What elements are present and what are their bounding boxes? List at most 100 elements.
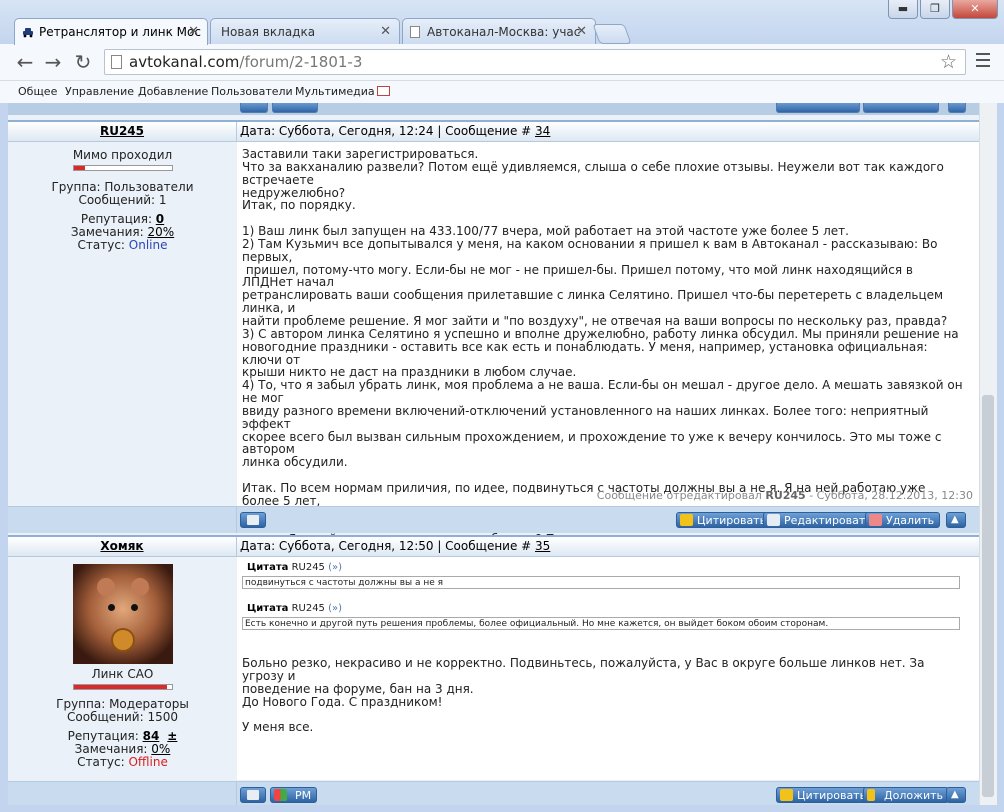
post-number-link[interactable]: 34 <box>535 124 550 138</box>
tab-title: Автоканал-Москва: учас <box>427 25 581 39</box>
post-author[interactable]: RU245 <box>8 124 236 138</box>
post-body: Линк САО Группа: Модераторы Сообщений: 1… <box>8 557 979 780</box>
eraser-icon <box>869 514 882 526</box>
profile-button-partial[interactable] <box>240 103 268 113</box>
user-profile-icon <box>247 790 259 800</box>
window-controls: ▬ ❐ ✕ <box>888 0 998 20</box>
tab-close-icon[interactable]: ✕ <box>576 24 587 39</box>
address-bar[interactable]: avtokanal.com/forum/2-1801-3 ☆ <box>104 49 966 75</box>
user-rank: Мимо проходил <box>72 148 173 162</box>
author-info: Мимо проходил Группа: Пользователи Сообщ… <box>8 142 238 506</box>
status-offline: Offline <box>128 755 168 769</box>
quote-link-icon[interactable]: (») <box>328 603 342 614</box>
quote-button-partial[interactable] <box>776 103 860 113</box>
bookmark-management[interactable]: Управление <box>65 85 134 98</box>
quote-user: RU245 <box>291 562 325 573</box>
reputation-link[interactable]: 84 <box>143 729 160 743</box>
edit-button[interactable]: Редактировать <box>763 512 878 528</box>
page-favicon-icon <box>410 26 420 38</box>
tab-title: Ретранслятор и линк Мос <box>39 25 201 39</box>
close-window-button[interactable]: ✕ <box>952 0 998 19</box>
quote-bubble-icon <box>780 789 793 801</box>
tab-close-icon[interactable]: ✕ <box>380 24 391 39</box>
tab-avtokanal[interactable]: Автоканал-Москва: учас ✕ <box>402 18 596 44</box>
quote-block: Есть конечно и другой путь решения пробл… <box>242 617 960 630</box>
post-header: RU245 Дата: Суббота, Сегодня, 12:24 | Со… <box>8 120 979 142</box>
post-meta: Дата: Суббота, Сегодня, 12:50 | Сообщени… <box>240 539 550 553</box>
tab-title: Новая вкладка <box>221 25 316 39</box>
bookmark-general[interactable]: Общее <box>18 85 57 98</box>
url-path: /forum/2-1801-3 <box>239 53 363 71</box>
post-footer: PM Цитировать Доложить ▲ <box>8 781 979 805</box>
post-date: Дата: Суббота, Сегодня, 12:24 | Сообщени… <box>240 124 536 138</box>
message-content: Цитата RU245 (») подвинуться с частоты д… <box>237 557 979 780</box>
tab-new[interactable]: Новая вкладка ✕ <box>210 18 400 44</box>
vertical-scrollbar[interactable] <box>979 103 997 805</box>
quote-title: Цитата RU245 (») <box>247 603 343 614</box>
user-messages: Сообщений: 1500 <box>67 710 178 724</box>
quote-button[interactable]: Цитировать <box>676 512 773 528</box>
reputation-change-link[interactable]: ± <box>167 729 177 743</box>
tab-active[interactable]: Ретранслятор и линк Мос ✕ <box>14 18 208 45</box>
bookmark-star-icon[interactable]: ☆ <box>940 51 957 73</box>
page-icon <box>111 55 122 69</box>
car-favicon-icon <box>23 28 33 38</box>
post-number-link[interactable]: 35 <box>535 539 550 553</box>
edited-note: Сообщение отредактировал RU245 - Суббота… <box>596 489 973 502</box>
mail-icon[interactable] <box>377 86 390 96</box>
up-arrow-icon: ▲ <box>951 514 959 525</box>
pm-button-partial[interactable] <box>272 103 318 113</box>
previous-post-footer <box>8 103 979 115</box>
page-viewport: RU245 Дата: Суббота, Сегодня, 12:24 | Со… <box>8 103 979 805</box>
message-content: Заставили таки зарегистрироваться. Что з… <box>237 142 979 584</box>
quote-bubble-icon <box>680 514 693 526</box>
message-text: Больно резко, некрасиво и не корректно. … <box>242 656 925 735</box>
up-arrow-icon: ▲ <box>951 789 959 800</box>
scroll-top-button[interactable]: ▲ <box>946 512 966 528</box>
rank-bar <box>72 684 173 690</box>
tab-close-icon[interactable]: ✕ <box>188 24 199 39</box>
post-meta: Дата: Суббота, Сегодня, 12:24 | Сообщени… <box>240 124 550 138</box>
author-info: Линк САО Группа: Модераторы Сообщений: 1… <box>8 557 238 780</box>
bookmark-add[interactable]: Добавление <box>138 85 208 98</box>
maximize-button[interactable]: ❐ <box>920 0 950 19</box>
quote-button[interactable]: Цитировать <box>776 787 873 803</box>
hamburger-menu-icon[interactable] <box>976 53 990 69</box>
report-button-partial[interactable] <box>863 103 939 113</box>
scroll-top-button[interactable]: ▲ <box>946 787 966 803</box>
user-status: Статус: Online <box>77 238 168 252</box>
pencil-icon <box>767 514 780 526</box>
reputation-link[interactable]: 0 <box>156 212 164 226</box>
user-rank: Линк САО <box>91 667 154 681</box>
post-header: Хомяк Дата: Суббота, Сегодня, 12:50 | Со… <box>8 535 979 557</box>
window-frame-left <box>0 103 8 805</box>
pm-button[interactable]: PM <box>270 787 318 803</box>
minimize-button[interactable]: ▬ <box>888 0 918 19</box>
profile-button[interactable] <box>240 787 266 803</box>
user-profile-icon <box>247 515 259 525</box>
bookmark-multimedia[interactable]: Мультимедиа <box>295 85 375 98</box>
user-status: Статус: Offline <box>77 755 168 769</box>
bookmarks-bar: Общее Управление Добавление Пользователи… <box>0 81 1004 103</box>
scrollbar-thumb[interactable] <box>982 395 994 797</box>
new-tab-button[interactable] <box>592 24 632 44</box>
avatar[interactable] <box>72 564 173 664</box>
bookmark-users[interactable]: Пользователи <box>211 85 293 98</box>
profile-button[interactable] <box>240 512 266 528</box>
report-button[interactable]: Доложить <box>863 787 950 803</box>
url-text[interactable]: avtokanal.com/forum/2-1801-3 <box>129 53 362 71</box>
post-author[interactable]: Хомяк <box>8 539 236 553</box>
quote-link-icon[interactable]: (») <box>328 562 342 573</box>
warnings-link[interactable]: 0% <box>151 742 170 756</box>
rank-bar-fill <box>73 685 167 689</box>
forward-arrow-icon[interactable]: → <box>42 51 64 73</box>
browser-toolbar: ← → ↻ avtokanal.com/forum/2-1801-3 ☆ <box>0 44 1004 81</box>
back-arrow-icon[interactable]: ← <box>14 51 36 73</box>
post-footer: Цитировать Редактировать Удалить ▲ <box>8 506 979 533</box>
top-button-partial[interactable] <box>948 103 966 113</box>
delete-button[interactable]: Удалить <box>865 512 941 528</box>
warnings-link[interactable]: 20% <box>147 225 174 239</box>
reload-icon[interactable]: ↻ <box>72 51 94 73</box>
quote-title: Цитата RU245 (») <box>247 562 343 573</box>
window-frame-right <box>996 103 1004 805</box>
